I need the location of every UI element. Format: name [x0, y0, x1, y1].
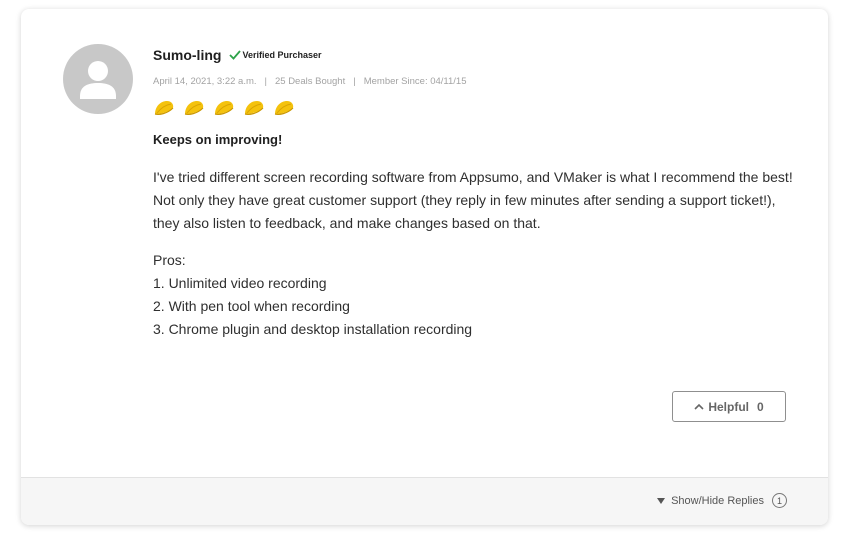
pros-item: 1. Unlimited video recording: [153, 275, 327, 291]
reviewer-name[interactable]: Sumo-ling: [153, 47, 221, 63]
review-footer: Show/Hide Replies 1: [21, 477, 828, 525]
review-date: April 14, 2021, 3:22 a.m.: [153, 76, 257, 87]
chevron-up-icon: [694, 403, 704, 410]
helpful-button[interactable]: Helpful 0: [672, 391, 786, 422]
review-title: Keeps on improving!: [153, 132, 283, 147]
helpful-label: Helpful: [708, 399, 749, 414]
taco-icon: [183, 99, 207, 117]
meta-separator: |: [264, 76, 267, 87]
taco-icon: [243, 99, 267, 117]
review-body: I've tried different screen recording so…: [153, 169, 793, 231]
helpful-count: 0: [756, 399, 764, 414]
taco-rating: [153, 99, 793, 119]
review-meta: April 14, 2021, 3:22 a.m. | 25 Deals Bou…: [153, 76, 793, 87]
deals-bought: 25 Deals Bought: [274, 76, 346, 87]
pros-item: 2. With pen tool when recording: [153, 298, 350, 314]
verified-badge: Verified Purchaser: [229, 50, 321, 60]
taco-icon: [153, 99, 177, 117]
taco-icon: [213, 99, 237, 117]
checkmark-icon: [229, 50, 242, 60]
review-content: Sumo-ling Verified Purchaser April 14, 2…: [153, 45, 793, 341]
triangle-down-icon: [657, 497, 666, 504]
reply-count-badge: 1: [772, 493, 787, 508]
reviewer-header: Sumo-ling Verified Purchaser: [153, 45, 793, 65]
review-card: Sumo-ling Verified Purchaser April 14, 2…: [21, 9, 828, 525]
verified-label: Verified Purchaser: [242, 50, 322, 60]
pros-heading: Pros:: [153, 252, 186, 268]
user-avatar-icon: [63, 44, 133, 114]
pros-list: Pros: 1. Unlimited video recording 2. Wi…: [153, 249, 793, 341]
replies-label: Show/Hide Replies: [671, 494, 764, 507]
taco-icon: [273, 99, 297, 117]
member-since: Member Since: 04/11/15: [363, 76, 467, 87]
meta-separator: |: [353, 76, 356, 87]
show-hide-replies-toggle[interactable]: Show/Hide Replies 1: [657, 493, 787, 508]
pros-item: 3. Chrome plugin and desktop installatio…: [153, 321, 473, 337]
